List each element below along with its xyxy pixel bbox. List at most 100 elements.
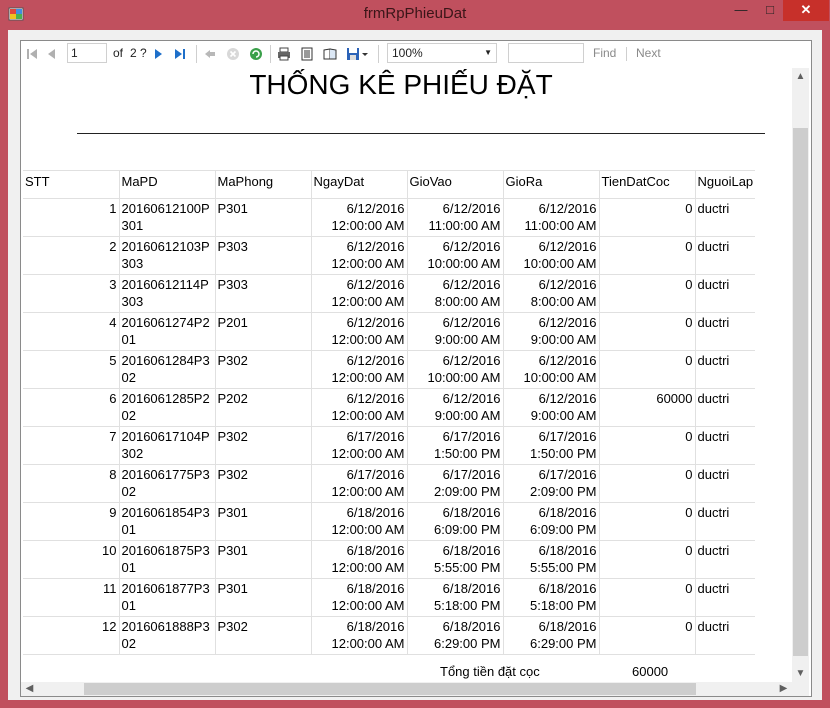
cell-stt: 6: [23, 388, 120, 427]
cell-tiendatcoc: 0: [599, 198, 696, 237]
cell-ngaydat: 6/12/2016 12:00:00 AM: [311, 236, 408, 275]
scroll-down-icon[interactable]: ▼: [792, 665, 809, 682]
total-deposit-value: 60000: [632, 664, 669, 679]
cell-nguoilap: ductri: [695, 616, 756, 655]
cell-stt: 1: [23, 198, 120, 237]
cell-nguoilap: ductri: [695, 350, 756, 389]
cell-nguoilap: ductri: [695, 464, 756, 503]
horizontal-scrollbar[interactable]: ◀ ▶: [21, 682, 792, 696]
cell-giora: 6/18/2016 6:09:00 PM: [503, 502, 600, 541]
cell-giovao: 6/12/2016 10:00:00 AM: [407, 350, 504, 389]
current-page-input[interactable]: 1: [67, 43, 107, 63]
cell-ngaydat: 6/12/2016 12:00:00 AM: [311, 350, 408, 389]
table-row: 6 2016061285P202 P202 6/12/2016 12:00:00 AM…: [23, 388, 756, 427]
cell-mapd: 2016061877P301: [119, 578, 216, 617]
cell-tiendatcoc: 0: [599, 464, 696, 503]
page-setup-icon[interactable]: [323, 47, 337, 61]
table-row: 7 20160617104P302 P302 6/17/2016 12:00:00 A…: [23, 426, 756, 465]
cell-stt: 7: [23, 426, 120, 465]
cell-stt: 4: [23, 312, 120, 351]
cell-ngaydat: 6/18/2016 12:00:00 AM: [311, 578, 408, 617]
cell-nguoilap: ductri: [695, 312, 756, 351]
cell-mapd: 20160612114P303: [119, 274, 216, 313]
cell-maphong: P301: [215, 578, 312, 617]
print-layout-icon[interactable]: [300, 47, 314, 61]
window-title: frmRpPhieuDat: [363, 5, 467, 22]
find-text-input[interactable]: [508, 43, 584, 63]
cell-nguoilap: ductri: [695, 502, 756, 541]
cell-tiendatcoc: 0: [599, 236, 696, 275]
cell-mapd: 2016061284P302: [119, 350, 216, 389]
column-header-maphong: MaPhong: [215, 170, 312, 199]
table-header-row: STT MaPD MaPhong NgayDat GioVao GioRa Ti…: [23, 170, 756, 199]
table-row: 2 20160612103P303 P303 6/12/2016 12:00:00 A…: [23, 236, 756, 275]
table-row: 12 2016061888P302 P302 6/18/2016 12:00:00 A…: [23, 616, 756, 655]
cell-giora: 6/12/2016 9:00:00 AM: [503, 388, 600, 427]
cell-tiendatcoc: 0: [599, 616, 696, 655]
horizontal-scroll-thumb[interactable]: [84, 683, 696, 695]
title-divider: [77, 133, 765, 134]
next-page-icon[interactable]: [151, 47, 165, 61]
previous-page-icon[interactable]: [45, 47, 59, 61]
report-page: THỐNG KÊ PHIẾU ĐẶT STT MaPD MaPhong Ngay…: [21, 68, 791, 682]
export-icon[interactable]: [346, 47, 360, 61]
scroll-left-icon[interactable]: ◀: [21, 682, 38, 696]
report-toolbar: 1 of 2 ? 100% ▼ Find Next: [21, 41, 811, 67]
cell-maphong: P302: [215, 616, 312, 655]
minimize-button[interactable]: —: [728, 0, 754, 21]
scroll-right-icon[interactable]: ▶: [775, 682, 792, 696]
close-button[interactable]: ✕: [783, 0, 829, 21]
cell-stt: 2: [23, 236, 120, 275]
cell-giovao: 6/17/2016 1:50:00 PM: [407, 426, 504, 465]
cell-mapd: 20160612103P303: [119, 236, 216, 275]
table-row: 11 2016061877P301 P301 6/18/2016 12:00:00 A…: [23, 578, 756, 617]
cell-giovao: 6/17/2016 2:09:00 PM: [407, 464, 504, 503]
cell-giora: 6/18/2016 6:29:00 PM: [503, 616, 600, 655]
stop-icon[interactable]: [226, 47, 240, 61]
cell-nguoilap: ductri: [695, 426, 756, 465]
find-link[interactable]: Find: [593, 46, 616, 60]
export-dropdown-icon[interactable]: [361, 47, 369, 61]
find-next-link[interactable]: Next: [636, 46, 661, 60]
cell-mapd: 2016061775P302: [119, 464, 216, 503]
column-header-giora: GioRa: [503, 170, 600, 199]
report-viewer: 1 of 2 ? 100% ▼ Find Next THỐNG KÊ PHIẾU…: [20, 40, 812, 697]
table-row: 8 2016061775P302 P302 6/17/2016 12:00:00 AM…: [23, 464, 756, 503]
cell-maphong: P303: [215, 274, 312, 313]
cell-nguoilap: ductri: [695, 578, 756, 617]
form-client-area: 1 of 2 ? 100% ▼ Find Next THỐNG KÊ PHIẾU…: [8, 30, 822, 700]
cell-stt: 8: [23, 464, 120, 503]
cell-tiendatcoc: 0: [599, 578, 696, 617]
cell-mapd: 2016061285P202: [119, 388, 216, 427]
vertical-scrollbar[interactable]: ▲ ▼: [792, 68, 809, 682]
zoom-select[interactable]: 100% ▼: [387, 43, 497, 63]
chevron-down-icon: ▼: [484, 48, 492, 57]
back-icon[interactable]: [203, 47, 217, 61]
cell-giovao: 6/18/2016 5:55:00 PM: [407, 540, 504, 579]
cell-stt: 3: [23, 274, 120, 313]
cell-ngaydat: 6/17/2016 12:00:00 AM: [311, 464, 408, 503]
maximize-button[interactable]: □: [757, 0, 783, 21]
cell-ngaydat: 6/17/2016 12:00:00 AM: [311, 426, 408, 465]
cell-giora: 6/12/2016 8:00:00 AM: [503, 274, 600, 313]
table-row: 1 20160612100P301 P301 6/12/2016 12:00:00 A…: [23, 198, 756, 237]
cell-stt: 10: [23, 540, 120, 579]
refresh-icon[interactable]: [249, 47, 263, 61]
print-icon[interactable]: [277, 47, 291, 61]
vertical-scroll-thumb[interactable]: [793, 128, 808, 656]
cell-tiendatcoc: 0: [599, 502, 696, 541]
table-row: 4 2016061274P201 P201 6/12/2016 12:00:00 AM…: [23, 312, 756, 351]
cell-mapd: 2016061854P301: [119, 502, 216, 541]
cell-ngaydat: 6/12/2016 12:00:00 AM: [311, 388, 408, 427]
first-page-icon[interactable]: [25, 47, 39, 61]
table-row: 5 2016061284P302 P302 6/12/2016 12:00:00 AM…: [23, 350, 756, 389]
table-row: 9 2016061854P301 P301 6/18/2016 12:00:00 AM…: [23, 502, 756, 541]
table-row: 10 2016061875P301 P301 6/18/2016 12:00:00 A…: [23, 540, 756, 579]
cell-ngaydat: 6/12/2016 12:00:00 AM: [311, 312, 408, 351]
cell-giovao: 6/12/2016 10:00:00 AM: [407, 236, 504, 275]
cell-giora: 6/18/2016 5:55:00 PM: [503, 540, 600, 579]
cell-giovao: 6/12/2016 8:00:00 AM: [407, 274, 504, 313]
total-deposit-label: Tổng tiền đặt cọc: [440, 664, 540, 679]
last-page-icon[interactable]: [173, 47, 187, 61]
scroll-up-icon[interactable]: ▲: [792, 68, 809, 85]
